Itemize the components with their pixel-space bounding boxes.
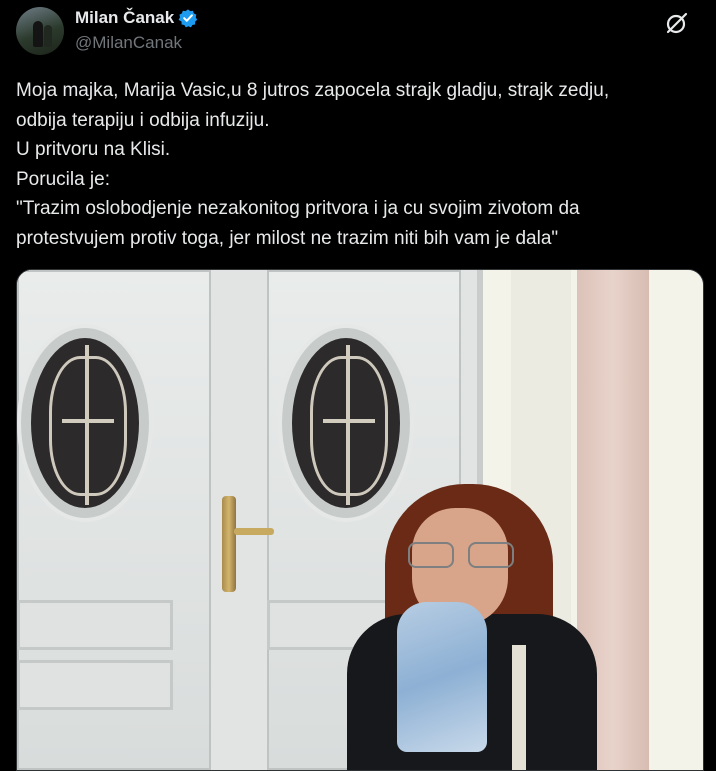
tweet-line: odbija terapiju i odbija infuziju. [16,109,270,131]
tweet-line: Porucila je: [16,168,110,190]
name-row: Milan Čanak [75,8,198,28]
door-lever [234,528,274,535]
tweet-line: U pritvoru na Klisi. [16,139,171,160]
display-name[interactable]: Milan Čanak [75,8,174,28]
door-window-right [282,328,410,518]
tweet-header: Milan Čanak @MilanCanak [16,6,700,58]
tweet-text: Moja majka, Marija Vasic,u 8 jutros zapo… [16,76,700,253]
verified-badge-icon [178,9,198,28]
avatar-figure-2 [44,25,52,47]
photo-bag-strap [512,645,526,770]
grok-icon[interactable] [664,10,690,36]
photo-person-scarf [397,602,487,752]
avatar[interactable] [16,7,64,55]
tweet-line: "Trazim oslobodjenje nezakonitog pritvor… [16,198,580,219]
avatar-figure [33,21,43,47]
door-handle [222,496,236,592]
tweet-photo[interactable] [16,269,704,771]
door-window-left [21,328,149,518]
tweet-line: protestvujem protiv toga, jer milost ne … [16,227,559,249]
tweet-line: Moja majka, Marija Vasic,u 8 jutros zapo… [16,80,610,101]
user-handle[interactable]: @MilanCanak [75,33,182,53]
photo-person-glasses [408,542,514,568]
door-lower-panel [17,660,173,710]
door-lower-panel [17,600,173,650]
